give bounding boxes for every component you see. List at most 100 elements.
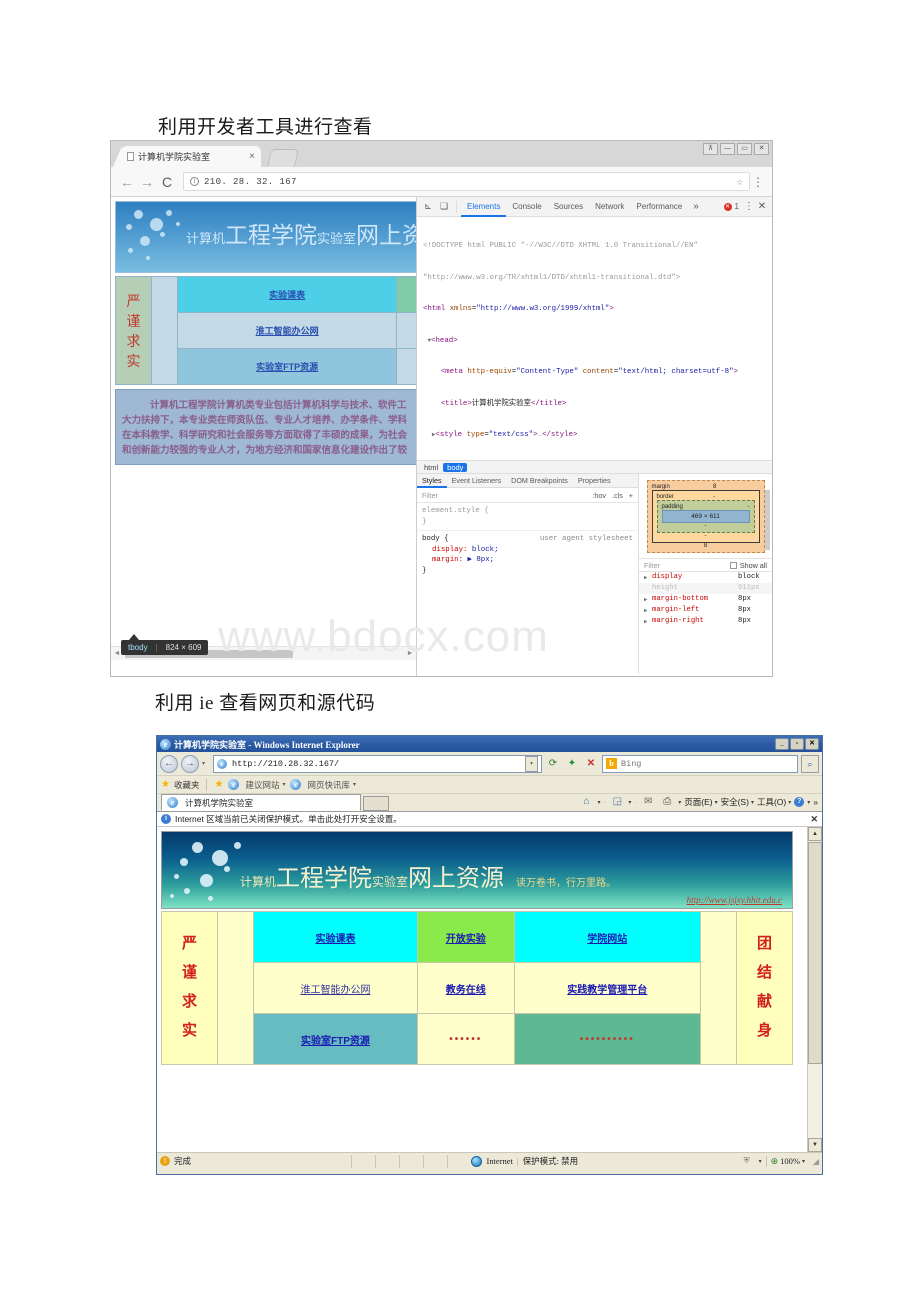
zoom-control[interactable]: ⊕ 100% ▾	[765, 1155, 805, 1167]
page-link[interactable]: 实验课表	[315, 934, 355, 945]
ie-url-input[interactable]: e http://210.28.32.167/ ▾	[213, 754, 542, 773]
devtools-menu-icon[interactable]: ⋮	[743, 201, 755, 212]
computed-properties-list[interactable]: ▶ display block height 611px ▶ margin-bottom…	[639, 572, 772, 627]
computed-row[interactable]: height 611px	[639, 583, 772, 594]
bookmark-star-icon[interactable]: ☆	[736, 175, 743, 189]
tab-elements[interactable]: Elements	[461, 197, 506, 217]
dom-line[interactable]: <meta http-equiv="Content-Type" content=…	[417, 367, 772, 378]
dom-line[interactable]: <title>计算机学院实验室</title>	[417, 399, 772, 410]
maximize-icon[interactable]: ▭	[737, 143, 752, 155]
error-badge[interactable]: ✕ 1	[723, 202, 743, 211]
link-cell[interactable]: 学院网站	[513, 911, 702, 963]
dom-line[interactable]: <!DOCTYPE html PUBLIC "-//W3C//DTD XHTML…	[417, 241, 772, 252]
dom-line[interactable]: ▶<style type="text/css">…</style>	[417, 430, 772, 441]
expand-icon[interactable]	[644, 583, 652, 594]
home-icon[interactable]: ⌂	[579, 794, 595, 810]
minimize-icon[interactable]: _	[775, 738, 789, 750]
box-border[interactable]: border - padding - 469 × 611 - -	[651, 490, 760, 543]
computed-row[interactable]: ▶ margin-left 8px	[639, 605, 772, 616]
computed-row[interactable]: ▶ margin-bottom 8px	[639, 594, 772, 605]
restore-down-icon[interactable]: ⊼	[703, 143, 718, 155]
link-cell[interactable]: 实验室FTP资源	[253, 1013, 418, 1065]
chevron-down-icon[interactable]: ▾	[802, 1158, 805, 1165]
chevron-down-icon[interactable]: ▾	[759, 1158, 762, 1165]
tab-properties[interactable]: Properties	[573, 474, 616, 488]
chevron-down-icon[interactable]: ▾	[598, 799, 601, 806]
favorites-label[interactable]: 收藏夹	[174, 779, 200, 791]
refresh-icon[interactable]: ✦	[564, 756, 580, 772]
computed-row[interactable]: ▶ margin-right 8px	[639, 616, 772, 627]
ie-vertical-scrollbar[interactable]: ▲ ▼	[807, 827, 822, 1152]
computed-filter-input[interactable]: Filter	[644, 561, 660, 570]
ie-information-bar[interactable]: i Internet 区域当前已关闭保护模式。单击此处打开安全设置。 ✕	[157, 812, 822, 827]
dom-line[interactable]: <html xmlns="http://www.w3.org/1999/xhtm…	[417, 304, 772, 315]
devtools-close-icon[interactable]: ✕	[755, 201, 769, 212]
page-link[interactable]: 学院网站	[587, 934, 627, 945]
expand-icon[interactable]: ▶	[644, 616, 652, 627]
link-cell[interactable]: 实验课表	[253, 911, 418, 963]
hov-toggle[interactable]: :hov	[592, 491, 606, 500]
chevron-down-icon[interactable]: ▾	[282, 781, 285, 788]
tab-event-listeners[interactable]: Event Listeners	[447, 474, 507, 488]
box-content[interactable]: 469 × 611	[661, 510, 750, 523]
search-go-icon[interactable]: ⌕	[801, 754, 819, 773]
tools-menu[interactable]: 工具(O) ▾	[757, 796, 791, 808]
link-cell[interactable]: 教务在线	[416, 962, 515, 1014]
chrome-menu-icon[interactable]: ⋮	[750, 175, 766, 189]
computed-row[interactable]: ▶ display block	[639, 572, 772, 583]
feeds-icon[interactable]: ◲	[609, 794, 625, 810]
link-cell[interactable]: 淮工智能办公网	[176, 312, 398, 349]
style-rule-element[interactable]: element.style { }	[417, 503, 638, 530]
safety-menu[interactable]: 安全(S) ▾	[721, 796, 754, 808]
breadcrumb-html[interactable]: html	[422, 463, 440, 472]
link-cell[interactable]: 实验室FTP资源	[176, 348, 398, 385]
checkbox-icon[interactable]	[729, 561, 737, 569]
chevron-down-icon[interactable]: ▾	[807, 799, 810, 806]
page-link[interactable]: 实验室FTP资源	[256, 362, 318, 372]
stop-icon[interactable]: ✕	[583, 756, 599, 772]
link-cell[interactable]: 实验课表	[176, 276, 398, 313]
link-cell[interactable]: 实践教学管理平台	[513, 962, 702, 1014]
tab-styles[interactable]: Styles	[417, 474, 447, 488]
url-dropdown-icon[interactable]: ▾	[525, 755, 538, 772]
minimize-icon[interactable]: —	[720, 143, 735, 155]
close-icon[interactable]: ✕	[810, 814, 818, 825]
box-padding[interactable]: padding - 469 × 611 -	[656, 500, 755, 533]
back-icon[interactable]: ←	[117, 174, 137, 190]
declaration[interactable]: margin: ▶ 8px;	[422, 555, 633, 566]
tab-console[interactable]: Console	[506, 197, 547, 217]
expand-icon[interactable]: ▶	[644, 594, 652, 605]
breadcrumb-body[interactable]: body	[443, 462, 468, 472]
device-toolbar-icon[interactable]: ❏	[436, 201, 452, 212]
reload-icon[interactable]: C	[157, 174, 177, 190]
page-link[interactable]: 实验室FTP资源	[301, 1036, 370, 1047]
cls-toggle[interactable]: .cls	[612, 491, 623, 500]
print-icon[interactable]: ⎙	[659, 794, 675, 810]
ie-tab[interactable]: e 计算机学院实验室	[161, 794, 361, 811]
help-icon[interactable]: ?	[794, 797, 805, 807]
dom-line[interactable]: ▼<head>	[417, 336, 772, 347]
dom-tree[interactable]: <!DOCTYPE html PUBLIC "-//W3C//DTD XHTML…	[417, 217, 772, 460]
banner-url-link[interactable]: http://www.jsjxy.hhit.edu.c	[687, 895, 782, 905]
declaration[interactable]: display: block;	[422, 545, 633, 556]
ie-new-tab-button[interactable]	[363, 796, 389, 811]
page-link[interactable]: 实验课表	[269, 290, 305, 300]
element-picker-icon[interactable]: ⊾	[420, 201, 436, 212]
add-favorite-icon[interactable]: ★	[214, 779, 223, 790]
forward-icon[interactable]: →	[181, 754, 199, 773]
more-commands-icon[interactable]: »	[813, 797, 818, 807]
expand-icon[interactable]: ▶	[644, 572, 652, 583]
more-tabs-icon[interactable]: »	[688, 201, 704, 212]
scroll-right-icon[interactable]: ►	[404, 650, 416, 657]
page-link[interactable]: 淮工智能办公网	[256, 326, 319, 336]
link-cell[interactable]: 开放实验	[396, 276, 416, 313]
recent-pages-icon[interactable]: ▾	[202, 760, 210, 767]
page-info-icon[interactable]: i	[190, 177, 199, 186]
computed-scrollbar[interactable]	[765, 490, 771, 670]
show-all-toggle[interactable]: Show all	[729, 561, 767, 570]
link-cell[interactable]: 淮工智能办公网	[253, 962, 418, 1014]
chevron-down-icon[interactable]: ▾	[628, 799, 631, 806]
chevron-down-icon[interactable]: ▾	[751, 799, 754, 806]
box-model-diagram[interactable]: margin 8 border - padding - 469 × 611 - -	[646, 480, 765, 553]
address-bar[interactable]: i 210. 28. 32. 167 ☆	[183, 172, 750, 191]
